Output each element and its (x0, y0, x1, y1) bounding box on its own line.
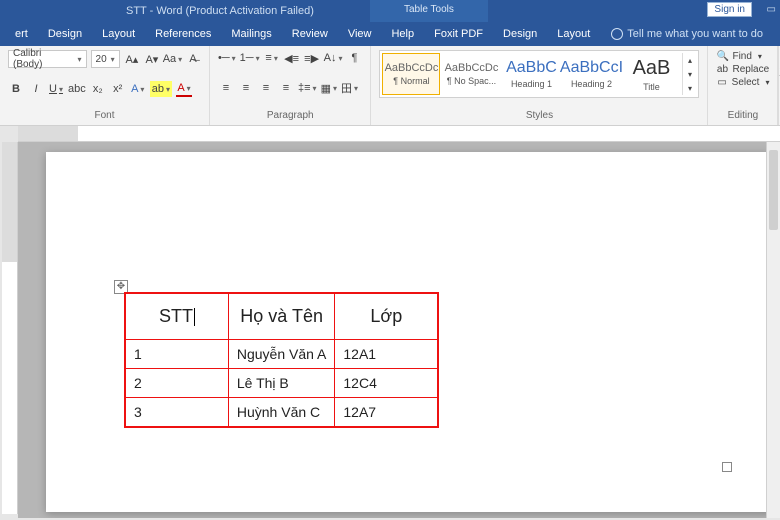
tab-mailings[interactable]: Mailings (222, 24, 280, 44)
underline-button[interactable]: U (48, 81, 64, 97)
vertical-scrollbar[interactable] (766, 142, 780, 518)
align-right-button[interactable]: ≡ (258, 80, 274, 96)
replace-button[interactable]: abReplace (716, 63, 769, 76)
style-no-spacing[interactable]: AaBbCcDc ¶ No Spac... (442, 53, 500, 95)
tab-table-design[interactable]: Design (494, 24, 546, 44)
table-row[interactable]: 2 Lê Thị B 12C4 (125, 368, 438, 397)
editing-group-label: Editing (716, 110, 769, 123)
text-effects-button[interactable]: A (130, 81, 146, 97)
paragraph-group: •─ 1─ ≡ ◀≡ ≡▶ A↓ ¶ ≡ ≡ ≡ ≡ ‡≡ ▦ 田 Paragr… (210, 46, 371, 125)
ribbon-display-icon[interactable]: ▭ (767, 4, 776, 15)
cell-class[interactable]: 12A1 (335, 339, 438, 368)
tab-table-layout[interactable]: Layout (548, 24, 599, 44)
style-gallery-more[interactable]: ▴ ▾ ▾ (682, 53, 696, 95)
vertical-ruler[interactable] (2, 142, 18, 514)
style-title[interactable]: AaB Title (622, 53, 680, 95)
document-workspace: ✥ STT Họ và Tên Lớp 1 Nguyễn Văn A 12A1 … (18, 142, 778, 518)
text-cursor (194, 308, 195, 326)
header-name[interactable]: Họ và Tên (228, 293, 335, 339)
sign-in-button[interactable]: Sign in (707, 2, 752, 17)
window-title: STT - Word (Product Activation Failed) (126, 5, 314, 17)
table-resize-handle[interactable] (722, 462, 732, 472)
borders-button[interactable]: 田 (341, 80, 358, 96)
ribbon: Calibri (Body) 20 A▴ A▾ Aa A̶ B I U abc … (0, 46, 780, 126)
bullets-button[interactable]: •─ (218, 50, 236, 66)
cell-name[interactable]: Huỳnh Văn C (228, 397, 335, 427)
editing-group: 🔍Find▾ abReplace ▭Select▾ Editing (708, 46, 778, 125)
tab-view[interactable]: View (339, 24, 381, 44)
text-highlight-button[interactable]: ab (150, 81, 172, 97)
subscript-button[interactable]: x₂ (90, 81, 106, 97)
cell-name[interactable]: Nguyễn Văn A (228, 339, 335, 368)
tab-insert-partial[interactable]: ert (6, 24, 37, 44)
cell-stt[interactable]: 1 (125, 339, 228, 368)
strikethrough-button[interactable]: abc (68, 81, 86, 97)
replace-icon: ab (716, 64, 728, 75)
table-header-row[interactable]: STT Họ và Tên Lớp (125, 293, 438, 339)
bold-button[interactable]: B (8, 81, 24, 97)
cell-class[interactable]: 12A7 (335, 397, 438, 427)
shrink-font-button[interactable]: A▾ (144, 51, 160, 67)
tell-me-search[interactable]: Tell me what you want to do (611, 28, 763, 40)
tell-me-placeholder: Tell me what you want to do (627, 28, 763, 40)
header-stt[interactable]: STT (125, 293, 228, 339)
table-tools-contextual-tab: Table Tools (370, 0, 488, 22)
clear-formatting-button[interactable]: A̶ (185, 51, 201, 67)
find-button[interactable]: 🔍Find▾ (716, 50, 769, 63)
select-icon: ▭ (716, 77, 727, 88)
justify-button[interactable]: ≡ (278, 80, 294, 96)
tab-layout[interactable]: Layout (93, 24, 144, 44)
horizontal-ruler[interactable] (18, 126, 780, 142)
font-group: Calibri (Body) 20 A▴ A▾ Aa A̶ B I U abc … (0, 46, 210, 125)
style-heading-2[interactable]: AaBbCcI Heading 2 (562, 53, 620, 95)
scrollbar-thumb[interactable] (769, 150, 778, 230)
font-name-combo[interactable]: Calibri (Body) (8, 50, 87, 68)
show-hide-button[interactable]: ¶ (346, 50, 362, 66)
style-normal[interactable]: AaBbCcDc ¶ Normal (382, 53, 440, 95)
align-center-button[interactable]: ≡ (238, 80, 254, 96)
style-heading-1[interactable]: AaBbC Heading 1 (502, 53, 560, 95)
grow-font-button[interactable]: A▴ (124, 51, 140, 67)
tab-help[interactable]: Help (382, 24, 423, 44)
font-color-button[interactable]: A (176, 81, 192, 97)
style-gallery[interactable]: AaBbCcDc ¶ Normal AaBbCcDc ¶ No Spac... … (379, 50, 699, 98)
ribbon-tabs: ert Design Layout References Mailings Re… (0, 22, 780, 46)
title-bar: STT - Word (Product Activation Failed) T… (0, 0, 780, 22)
tab-design[interactable]: Design (39, 24, 91, 44)
styles-group-label: Styles (379, 110, 699, 123)
window-controls: ▭ (767, 4, 776, 15)
find-icon: 🔍 (716, 51, 728, 62)
table-row[interactable]: 3 Huỳnh Văn C 12A7 (125, 397, 438, 427)
header-class[interactable]: Lớp (335, 293, 438, 339)
page[interactable]: ✥ STT Họ và Tên Lớp 1 Nguyễn Văn A 12A1 … (46, 152, 772, 512)
sort-button[interactable]: A↓ (324, 50, 343, 66)
change-case-button[interactable]: Aa (164, 51, 181, 67)
cell-stt[interactable]: 3 (125, 397, 228, 427)
document-table[interactable]: STT Họ và Tên Lớp 1 Nguyễn Văn A 12A1 2 … (124, 292, 439, 428)
paragraph-group-label: Paragraph (218, 110, 362, 123)
decrease-indent-button[interactable]: ◀≡ (284, 50, 300, 66)
line-spacing-button[interactable]: ‡≡ (298, 80, 317, 96)
font-group-label: Font (8, 110, 201, 123)
cell-name[interactable]: Lê Thị B (228, 368, 335, 397)
tab-references[interactable]: References (146, 24, 220, 44)
select-button[interactable]: ▭Select▾ (716, 76, 769, 89)
cell-stt[interactable]: 2 (125, 368, 228, 397)
tab-foxit-pdf[interactable]: Foxit PDF (425, 24, 492, 44)
align-left-button[interactable]: ≡ (218, 80, 234, 96)
shading-button[interactable]: ▦ (321, 80, 337, 96)
numbering-button[interactable]: 1─ (240, 50, 260, 66)
italic-button[interactable]: I (28, 81, 44, 97)
lightbulb-icon (611, 28, 623, 40)
styles-group: AaBbCcDc ¶ Normal AaBbCcDc ¶ No Spac... … (371, 46, 708, 125)
increase-indent-button[interactable]: ≡▶ (304, 50, 320, 66)
tab-review[interactable]: Review (283, 24, 337, 44)
multilevel-list-button[interactable]: ≡ (264, 50, 280, 66)
superscript-button[interactable]: x² (110, 81, 126, 97)
cell-class[interactable]: 12C4 (335, 368, 438, 397)
font-size-combo[interactable]: 20 (91, 50, 120, 68)
table-row[interactable]: 1 Nguyễn Văn A 12A1 (125, 339, 438, 368)
